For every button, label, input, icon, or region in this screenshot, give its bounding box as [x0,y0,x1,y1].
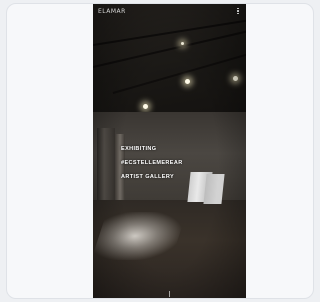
story-header: ELAMAR [93,4,246,18]
caption-line: ARTIST GALLERY [121,174,175,180]
brand-name: ELAMAR [98,7,126,15]
caption-line: #ECSTELLEMEREAR [121,160,183,166]
story-viewer[interactable]: ELAMAR EXHIBITING #ECSTELLEMEREAR ARTIST… [93,4,246,298]
more-vertical-icon[interactable] [235,6,241,16]
caption-line: EXHIBITING [121,146,157,152]
scroll-indicator [169,291,170,297]
story-caption: EXHIBITING #ECSTELLEMEREAR ARTIST GALLER… [121,142,231,184]
media-card: ELAMAR EXHIBITING #ECSTELLEMEREAR ARTIST… [6,3,314,299]
